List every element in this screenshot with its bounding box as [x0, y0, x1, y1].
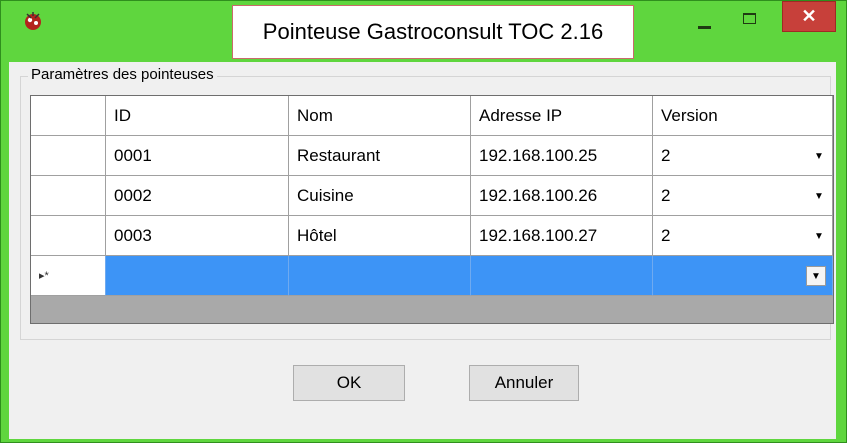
column-header-id[interactable]: ID: [106, 96, 289, 136]
chevron-down-icon[interactable]: ▼: [806, 266, 826, 286]
cell-id[interactable]: 0002: [106, 176, 289, 216]
cell-nom[interactable]: Restaurant: [289, 136, 471, 176]
column-header-nom[interactable]: Nom: [289, 96, 471, 136]
cell-nom[interactable]: Hôtel: [289, 216, 471, 256]
chevron-down-icon[interactable]: ▼: [809, 185, 829, 207]
chevron-down-icon[interactable]: ▼: [809, 145, 829, 167]
table-row[interactable]: 0001 Restaurant 192.168.100.25 2 ▼: [31, 136, 833, 176]
title-box: Pointeuse Gastroconsult TOC 2.16: [232, 5, 634, 59]
cell-version-combo[interactable]: 2 ▼: [653, 176, 833, 216]
cell-version-value: 2: [661, 225, 671, 245]
row-header[interactable]: [31, 216, 106, 256]
close-icon: ✕: [801, 6, 817, 26]
cell-nom[interactable]: [289, 256, 471, 296]
cell-version-combo[interactable]: 2 ▼: [653, 216, 833, 256]
table-row[interactable]: 0003 Hôtel 192.168.100.27 2 ▼: [31, 216, 833, 256]
new-row-marker[interactable]: ▸*: [31, 256, 106, 296]
cell-adresse-ip[interactable]: 192.168.100.27: [471, 216, 653, 256]
title-bar[interactable]: Pointeuse Gastroconsult TOC 2.16 ✕: [1, 1, 846, 61]
window-title: Pointeuse Gastroconsult TOC 2.16: [262, 19, 604, 44]
row-header[interactable]: [31, 136, 106, 176]
grid-corner-header[interactable]: [31, 96, 106, 136]
column-header-adresse-ip[interactable]: Adresse IP: [471, 96, 653, 136]
table-row[interactable]: 0002 Cuisine 192.168.100.26 2 ▼: [31, 176, 833, 216]
app-logo-icon: [25, 12, 41, 30]
cell-version-value: 2: [661, 145, 671, 165]
cell-version-combo[interactable]: 2 ▼: [653, 136, 833, 176]
cell-version-combo[interactable]: ▼: [653, 256, 833, 296]
cell-id[interactable]: [106, 256, 289, 296]
cell-adresse-ip[interactable]: 192.168.100.25: [471, 136, 653, 176]
groupbox-label: Paramètres des pointeuses: [28, 66, 217, 83]
grid-header-row: ID Nom Adresse IP Version: [31, 96, 833, 136]
cell-version-value: 2: [661, 185, 671, 205]
cancel-button[interactable]: Annuler: [469, 365, 579, 401]
chevron-down-icon[interactable]: ▼: [809, 225, 829, 247]
app-window: Pointeuse Gastroconsult TOC 2.16 ✕ Param…: [0, 0, 847, 443]
cell-id[interactable]: 0003: [106, 216, 289, 256]
cell-adresse-ip[interactable]: 192.168.100.26: [471, 176, 653, 216]
close-button[interactable]: ✕: [782, 1, 836, 32]
minimize-button[interactable]: [687, 5, 721, 37]
cell-id[interactable]: 0001: [106, 136, 289, 176]
client-area: Paramètres des pointeuses ID Nom Adresse…: [9, 62, 836, 439]
maximize-button[interactable]: [734, 5, 768, 37]
pointeuses-grid[interactable]: ID Nom Adresse IP Version 0001 Restauran…: [30, 95, 834, 324]
cell-nom[interactable]: Cuisine: [289, 176, 471, 216]
cell-adresse-ip[interactable]: [471, 256, 653, 296]
new-row[interactable]: ▸* ▼: [31, 256, 833, 296]
column-header-version[interactable]: Version: [653, 96, 833, 136]
row-header[interactable]: [31, 176, 106, 216]
ok-button[interactable]: OK: [293, 365, 405, 401]
